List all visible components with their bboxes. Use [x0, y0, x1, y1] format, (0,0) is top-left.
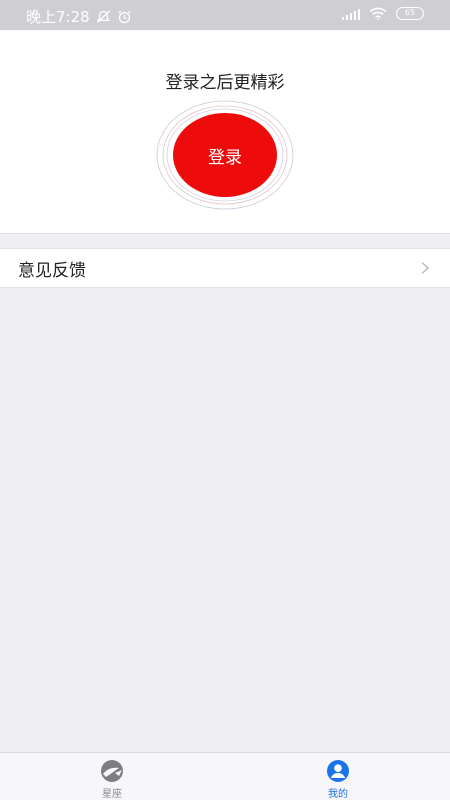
- tab-bar: 星座 我的: [0, 752, 450, 800]
- alarm-icon: [117, 10, 131, 23]
- signal-icon: [342, 8, 360, 20]
- tab-label-xingzuo: 星座: [102, 789, 122, 800]
- login-heading: 登录之后更精彩: [165, 73, 285, 93]
- login-graphic: 登录: [145, 93, 305, 217]
- tab-label-mine: 我的: [328, 789, 348, 800]
- tab-mine[interactable]: 我的: [278, 753, 398, 800]
- battery-icon: 65: [396, 7, 424, 20]
- login-panel: 登录之后更精彩 登录: [0, 30, 450, 234]
- feedback-row[interactable]: 意见反馈: [0, 248, 450, 288]
- status-right: 65: [342, 7, 424, 20]
- chevron-right-icon: [421, 261, 430, 275]
- login-button[interactable]: 登录: [173, 113, 277, 197]
- status-bar: 晚上7:28 65: [0, 0, 450, 30]
- constellation-icon: [101, 760, 123, 782]
- status-time: 晚上7:28: [26, 8, 90, 26]
- feedback-label: 意见反馈: [18, 260, 86, 281]
- tab-xingzuo[interactable]: 星座: [52, 753, 172, 800]
- wifi-icon: [369, 7, 387, 20]
- user-icon: [327, 760, 349, 782]
- notification-muted-icon: [96, 10, 110, 23]
- status-left: 晚上7:28: [26, 6, 132, 27]
